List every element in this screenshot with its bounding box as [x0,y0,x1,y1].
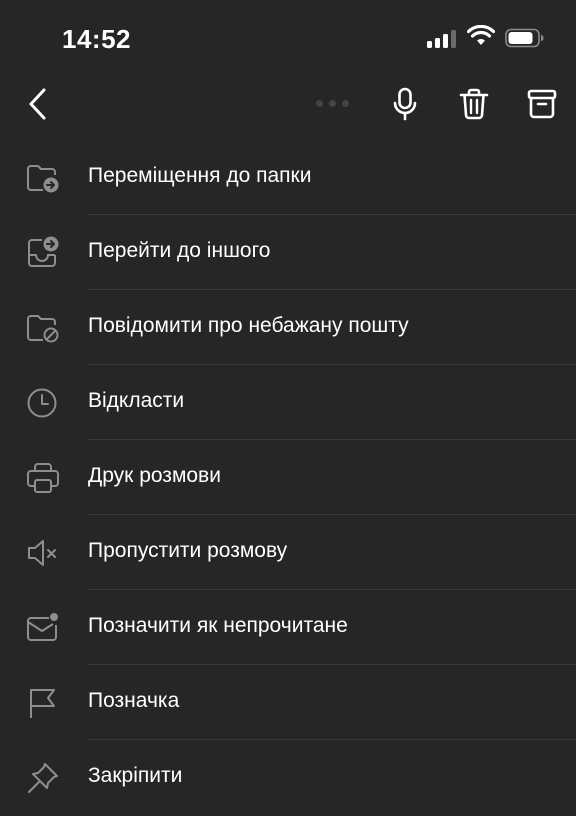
menu-item-label: Пропустити розмову [88,539,288,562]
screen: 14:52 Переміщення до папки Перейти до ін… [0,0,576,816]
menu-item-switch-inbox[interactable]: Перейти до іншого [0,215,576,290]
speaker-mute-icon [28,540,56,566]
microphone-icon [393,87,417,121]
chevron-left-icon [29,88,46,120]
printer-icon [27,463,59,493]
dictate-button[interactable] [383,82,427,126]
clock-icon [27,388,57,418]
status-time: 14:52 [62,24,131,54]
back-button[interactable] [16,82,60,126]
folder-block-icon [27,315,59,343]
menu-item-move-to-folder[interactable]: Переміщення до папки [0,140,576,215]
menu-item-mark-unread[interactable]: Позначити як непрочитане [0,590,576,665]
mail-unread-icon [27,613,58,641]
menu-item-label: Повідомити про небажану пошту [88,314,409,337]
pin-icon [28,763,58,793]
menu-item-label: Перейти до іншого [88,239,271,262]
toolbar [0,78,576,134]
wifi-icon [467,25,495,45]
more-dots-icon[interactable] [316,100,350,108]
menu-item-print[interactable]: Друк розмови [0,440,576,515]
folder-move-icon [27,165,59,193]
menu-item-pin[interactable]: Закріпити [0,740,576,815]
cellular-signal-icon [427,28,459,48]
status-bar: 14:52 [0,0,576,78]
menu-item-flag[interactable]: Позначка [0,665,576,740]
menu-item-label: Позначка [88,689,180,712]
battery-icon [505,28,544,48]
menu-item-report-junk[interactable]: Повідомити про небажану пошту [0,290,576,365]
menu-item-snooze[interactable]: Відкласти [0,365,576,440]
archive-icon [527,89,557,119]
delete-button[interactable] [452,82,496,126]
menu-item-label: Позначити як непрочитане [88,614,348,637]
menu-item-label: Закріпити [88,764,183,787]
menu-item-ignore-conversation[interactable]: Пропустити розмову [0,515,576,590]
flag-icon [30,689,55,718]
menu-item-label: Переміщення до папки [88,164,312,187]
menu-item-label: Відкласти [88,389,185,412]
archive-button[interactable] [520,82,564,126]
actions-menu: Переміщення до папки Перейти до іншого П… [0,140,576,815]
trash-icon [459,88,489,120]
inbox-switch-icon [28,236,59,267]
menu-item-label: Друк розмови [88,464,221,487]
